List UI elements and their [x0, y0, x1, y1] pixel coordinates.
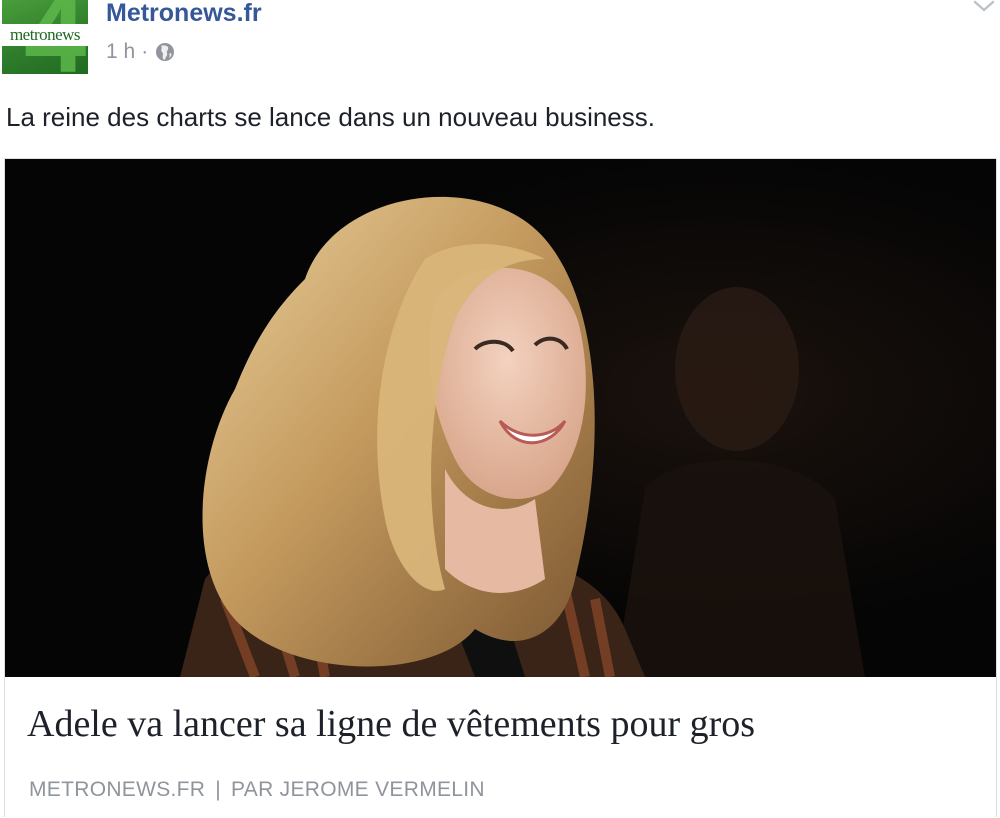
chevron-down-icon[interactable] — [972, 0, 996, 14]
link-domain: METRONEWS.FR — [29, 778, 206, 801]
page-avatar[interactable]: 4 metronews — [2, 0, 88, 74]
link-preview-card[interactable]: Adele va lancer sa ligne de vêtements po… — [4, 158, 997, 818]
page-name-link[interactable]: Metronews.fr — [106, 0, 262, 28]
link-source: METRONEWS.FR | PAR JEROME VERMELIN — [29, 777, 485, 803]
post-message: La reine des charts se lance dans un nou… — [6, 102, 655, 132]
globe-icon[interactable] — [155, 42, 175, 62]
meta-separator: · — [141, 40, 149, 63]
logo-wordmark: metronews — [2, 24, 88, 46]
link-preview-body[interactable]: Adele va lancer sa ligne de vêtements po… — [5, 677, 996, 818]
post-header: 4 metronews Metronews.fr 1 h · — [0, 0, 1000, 84]
post-timestamp[interactable]: 1 h — [106, 40, 135, 64]
link-title[interactable]: Adele va lancer sa ligne de vêtements po… — [27, 701, 755, 747]
link-preview-image[interactable] — [5, 159, 996, 677]
link-byline: PAR JEROME VERMELIN — [231, 778, 485, 801]
post-meta: 1 h · — [106, 39, 175, 65]
source-divider: | — [215, 778, 222, 801]
